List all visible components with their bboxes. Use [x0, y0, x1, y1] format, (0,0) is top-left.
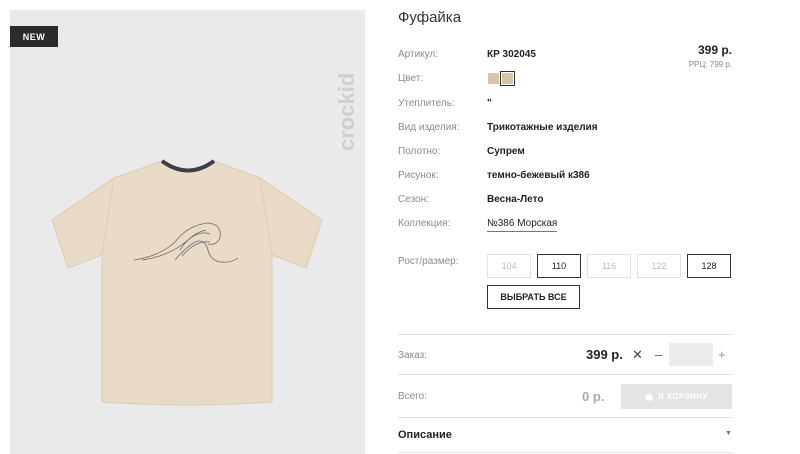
select-all-button[interactable]: ВЫБРАТЬ ВСЕ [487, 285, 580, 309]
increment-button[interactable]: + [718, 347, 726, 362]
color-swatch-selected[interactable] [500, 71, 515, 86]
order-price: 399 р. [586, 347, 623, 362]
attr-label: Цвет: [398, 73, 424, 84]
attr-value: Весна-Лето [487, 194, 544, 205]
size-option-116[interactable]: 116 [587, 254, 631, 278]
add-to-cart-button[interactable]: В КОРЗИНУ [621, 384, 732, 409]
size-option-104[interactable]: 104 [487, 254, 531, 278]
attr-value: темно-бежевый к386 [487, 170, 590, 181]
divider [398, 374, 732, 375]
attr-value: Трикотажные изделия [487, 122, 598, 133]
description-toggle[interactable]: Описание [398, 429, 452, 441]
product-title: Фуфайка [398, 9, 462, 26]
attr-label: Утеплитель: [398, 98, 455, 109]
attr-value: Супрем [487, 146, 525, 157]
tshirt-image [51, 159, 323, 406]
quantity-input[interactable] [669, 343, 713, 366]
size-option-110[interactable]: 110 [537, 254, 581, 278]
total-value: 0 р. [582, 389, 605, 404]
chevron-down-icon[interactable]: ▼ [725, 430, 732, 437]
attr-label: Полотно: [398, 146, 441, 157]
add-to-cart-label: В КОРЗИНУ [658, 392, 708, 401]
cart-icon [645, 392, 653, 400]
attr-label: Вид изделия: [398, 122, 460, 133]
attr-label: Рисунок: [398, 170, 439, 181]
attr-value: КР 302045 [487, 49, 536, 60]
rrc-price: РРЦ: 799 р. [688, 60, 732, 69]
total-label: Всего: [398, 391, 427, 402]
divider [398, 334, 732, 335]
order-label: Заказ: [398, 350, 428, 361]
divider [398, 417, 732, 418]
divider [398, 452, 732, 453]
attr-label: Сезон: [398, 194, 429, 205]
product-price: 399 р. [697, 43, 732, 57]
collection-link[interactable]: №386 Морская [487, 218, 558, 232]
attr-label: Артикул: [398, 49, 439, 60]
size-label: Рост/размер: [398, 256, 459, 267]
attr-label: Коллекция: [398, 218, 451, 229]
size-option-128[interactable]: 128 [687, 254, 731, 278]
product-photo[interactable]: NEW crockid [10, 10, 365, 454]
remove-icon[interactable]: ✕ [632, 347, 643, 363]
attr-value: " [487, 98, 492, 109]
color-swatch[interactable] [488, 73, 499, 84]
decrement-button[interactable]: – [655, 347, 662, 362]
size-option-122[interactable]: 122 [637, 254, 681, 278]
